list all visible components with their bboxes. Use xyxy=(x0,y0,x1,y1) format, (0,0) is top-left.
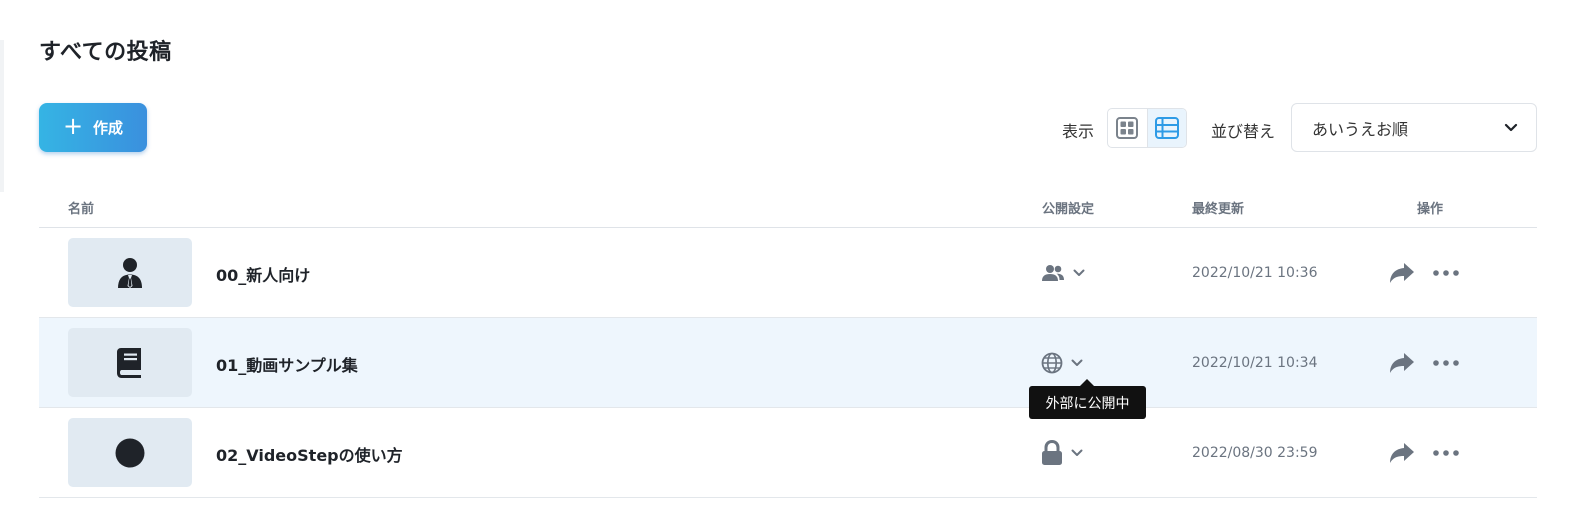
share-button[interactable] xyxy=(1388,258,1416,288)
create-button-label: 作成 xyxy=(93,119,124,137)
share-icon xyxy=(1390,443,1414,463)
book-icon xyxy=(117,347,141,378)
column-header-visibility: 公開設定 xyxy=(1042,202,1095,217)
grid-view-button[interactable] xyxy=(1108,109,1147,147)
table-row[interactable]: 02_VideoStepの使い方 2022/08/30 23:59 xyxy=(39,408,1537,498)
column-header-updated[interactable]: 最終更新 xyxy=(1192,198,1244,217)
create-button[interactable]: + 作成 xyxy=(39,103,147,152)
table-header: 名前 公開設定 最終更新 操作 xyxy=(39,190,1537,228)
more-options-button[interactable] xyxy=(1431,258,1461,288)
view-label: 表示 xyxy=(1062,122,1095,141)
more-options-button[interactable] xyxy=(1431,348,1461,378)
row-thumbnail xyxy=(68,418,192,487)
share-icon xyxy=(1390,353,1414,373)
list-view-button[interactable] xyxy=(1146,109,1186,147)
globe-icon xyxy=(1041,352,1063,374)
row-title[interactable]: 01_動画サンプル集 xyxy=(216,352,358,376)
user-tie-icon xyxy=(118,257,142,288)
list-view-icon xyxy=(1154,117,1179,139)
share-button[interactable] xyxy=(1388,348,1416,378)
row-thumbnail xyxy=(68,238,192,307)
circle-icon xyxy=(115,438,145,467)
page-title: すべての投稿 xyxy=(39,40,172,65)
sort-select[interactable]: あいうえお順 xyxy=(1291,103,1537,152)
sidebar-edge xyxy=(0,40,4,192)
sort-label: 並び替え xyxy=(1211,122,1276,141)
updated-time: 2022/10/21 10:34 xyxy=(1192,355,1318,371)
visibility-dropdown[interactable] xyxy=(1041,258,1085,288)
table-row[interactable]: 00_新人向け 2022/10/21 10:36 xyxy=(39,228,1537,318)
visibility-tooltip: 外部に公開中 xyxy=(1029,379,1146,419)
updated-time: 2022/08/30 23:59 xyxy=(1192,445,1318,461)
plus-icon: + xyxy=(62,112,84,140)
lock-icon xyxy=(1042,440,1062,465)
row-title[interactable]: 02_VideoStepの使い方 xyxy=(216,442,403,466)
sort-select-value: あいうえお順 xyxy=(1312,119,1409,139)
more-options-button[interactable] xyxy=(1431,438,1461,468)
chevron-down-icon xyxy=(1504,123,1518,131)
column-header-name[interactable]: 名前 xyxy=(68,198,94,217)
more-horizontal-icon xyxy=(1433,360,1459,366)
updated-time: 2022/10/21 10:36 xyxy=(1192,265,1318,281)
grid-view-icon xyxy=(1116,117,1139,139)
more-horizontal-icon xyxy=(1433,270,1459,276)
share-button[interactable] xyxy=(1388,438,1416,468)
chevron-down-icon xyxy=(1071,449,1083,456)
visibility-dropdown[interactable] xyxy=(1041,348,1083,378)
view-toggle xyxy=(1107,108,1187,148)
more-horizontal-icon xyxy=(1433,450,1459,456)
users-icon xyxy=(1042,265,1064,281)
chevron-down-icon xyxy=(1071,359,1083,366)
row-title[interactable]: 00_新人向け xyxy=(216,262,310,286)
chevron-down-icon xyxy=(1073,269,1085,276)
row-thumbnail xyxy=(68,328,192,397)
share-icon xyxy=(1390,263,1414,283)
visibility-dropdown[interactable] xyxy=(1041,438,1083,468)
column-header-actions: 操作 xyxy=(1417,202,1444,217)
table-row[interactable]: 01_動画サンプル集 2022/10/21 10:34 xyxy=(39,318,1537,408)
